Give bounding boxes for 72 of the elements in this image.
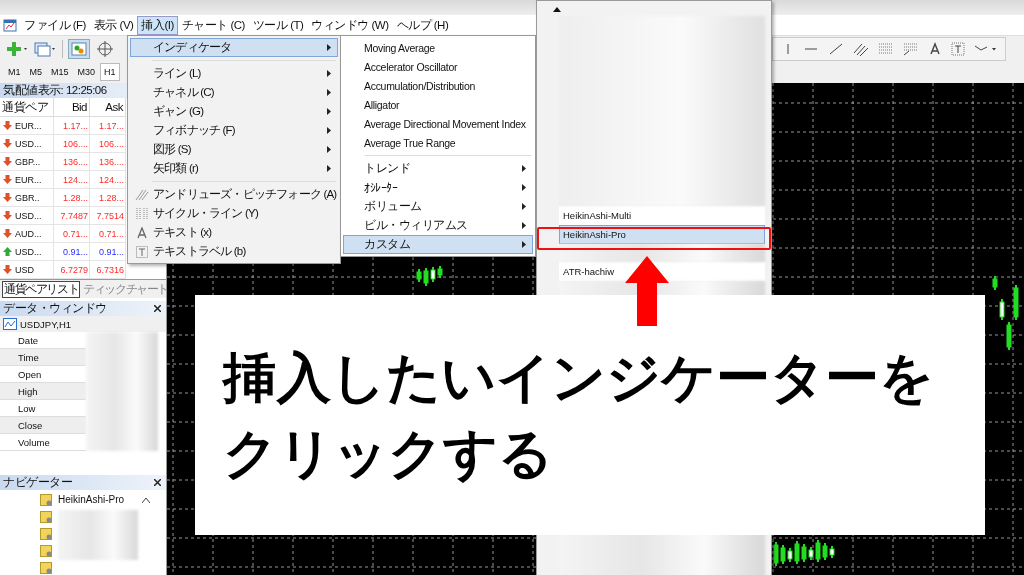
ask-cell: 136....	[90, 153, 126, 171]
menu-entry[interactable]: テキスト (x)	[130, 223, 338, 242]
menu-entry[interactable]: アンドリューズ・ピッチフォーク (A)	[130, 185, 338, 204]
panel-title: データ・ウィンドウ	[3, 301, 107, 316]
menu-entry[interactable]: テキストラベル (b)	[130, 242, 338, 261]
menu-item[interactable]: ウィンドウ (W)	[307, 15, 393, 35]
menu-entry[interactable]: Accelerator Oscillator	[343, 57, 533, 76]
menu-entry[interactable]: ライン (L)	[130, 64, 338, 83]
bid-cell: 106....	[54, 135, 90, 153]
menu-entry[interactable]: Average Directional Movement Index	[343, 114, 533, 133]
symbol-cell: GBP...	[15, 156, 41, 167]
column-header[interactable]: Ask	[90, 98, 126, 117]
symbol-cell: USD...	[15, 138, 42, 149]
timeframe-button[interactable]: M30	[73, 63, 100, 81]
menu-entry[interactable]: ｵｼﾚｰﾀｰ	[343, 178, 533, 197]
menu-entry[interactable]: ボリューム	[343, 197, 533, 216]
bid-cell: 1.28...	[54, 189, 90, 207]
menu-entry[interactable]: フィボナッチ (F)	[130, 121, 338, 140]
data-label: Close	[0, 417, 86, 434]
ask-cell: 124....	[90, 171, 126, 189]
bid-cell: 7.7487	[54, 207, 90, 225]
menu-entry[interactable]: ギャン (G)	[130, 102, 338, 121]
navigator-item[interactable]: HeikinAshi-Pro	[58, 494, 125, 505]
annotation-text: クリックする	[223, 422, 553, 485]
menu-entry[interactable]: Accumulation/Distribution	[343, 76, 533, 95]
menu-entry[interactable]: サイクル・ライン (Y)	[130, 204, 338, 223]
symbol-cell: EUR...	[15, 120, 42, 131]
bid-cell: 1.17...	[54, 117, 90, 135]
panel-title: ナビゲーター	[3, 475, 72, 490]
symbol-cell: GBR..	[15, 192, 40, 203]
timeframe-button[interactable]: M1	[4, 63, 25, 81]
bid-cell: 0.91...	[54, 243, 90, 261]
menu-item[interactable]: チャート (C)	[177, 15, 249, 35]
ask-cell: 7.7514	[90, 207, 126, 225]
ask-cell: 1.28...	[90, 189, 126, 207]
data-label: Time	[0, 349, 86, 366]
menu-entry[interactable]: トレンド	[343, 159, 533, 178]
bid-cell: 124....	[54, 171, 90, 189]
menu-entry[interactable]: インディケータ	[130, 38, 338, 57]
menu-item[interactable]: ファイル (F)	[20, 15, 90, 35]
symbol-label: USDJPY,H1	[20, 318, 72, 330]
menu-entry[interactable]: Alligator	[343, 95, 533, 114]
menu-entry[interactable]: 矢印類 (r)	[130, 159, 338, 178]
timeframe-button[interactable]: M5	[25, 63, 47, 81]
symbol-cell: AUD...	[15, 228, 42, 239]
ask-cell: 1.17...	[90, 117, 126, 135]
ask-cell: 0.71...	[90, 225, 126, 243]
annotation-text: 挿入したいインジケーターを	[223, 345, 934, 408]
menu-entry[interactable]: Average True Range	[343, 133, 533, 152]
symbol-cell: USD...	[15, 246, 42, 257]
bid-cell: 136....	[54, 153, 90, 171]
timeframe-button[interactable]: M15	[47, 63, 73, 81]
menu-item[interactable]: ツール (T)	[248, 15, 308, 35]
symbol-cell: EUR...	[15, 174, 42, 185]
symbol-cell: USD...	[15, 210, 42, 221]
panel-tab[interactable]: 通貨ペアリスト	[2, 281, 81, 298]
menu-entry[interactable]: カスタム	[343, 235, 533, 254]
data-label: High	[0, 383, 86, 400]
menu-entry[interactable]: ビル・ウィリアムス	[343, 216, 533, 235]
symbol-cell: USD	[15, 264, 34, 275]
column-header[interactable]: Bid	[54, 98, 90, 117]
menu-entry[interactable]: HeikinAshi-Multi	[559, 206, 765, 225]
bid-cell: 0.71...	[54, 225, 90, 243]
menu-item[interactable]: ヘルプ (H)	[392, 15, 453, 35]
column-header[interactable]: 通貨ペア	[0, 98, 54, 117]
menu-entry[interactable]: Moving Average	[343, 38, 533, 57]
timeframe-button[interactable]: H1	[100, 63, 120, 81]
menu-item[interactable]: 表示 (V)	[89, 15, 138, 35]
menu-entry[interactable]: 図形 (S)	[130, 140, 338, 159]
ask-cell: 0.91...	[90, 243, 126, 261]
ask-cell: 106....	[90, 135, 126, 153]
menu-item[interactable]: 挿入(I)	[137, 15, 178, 35]
